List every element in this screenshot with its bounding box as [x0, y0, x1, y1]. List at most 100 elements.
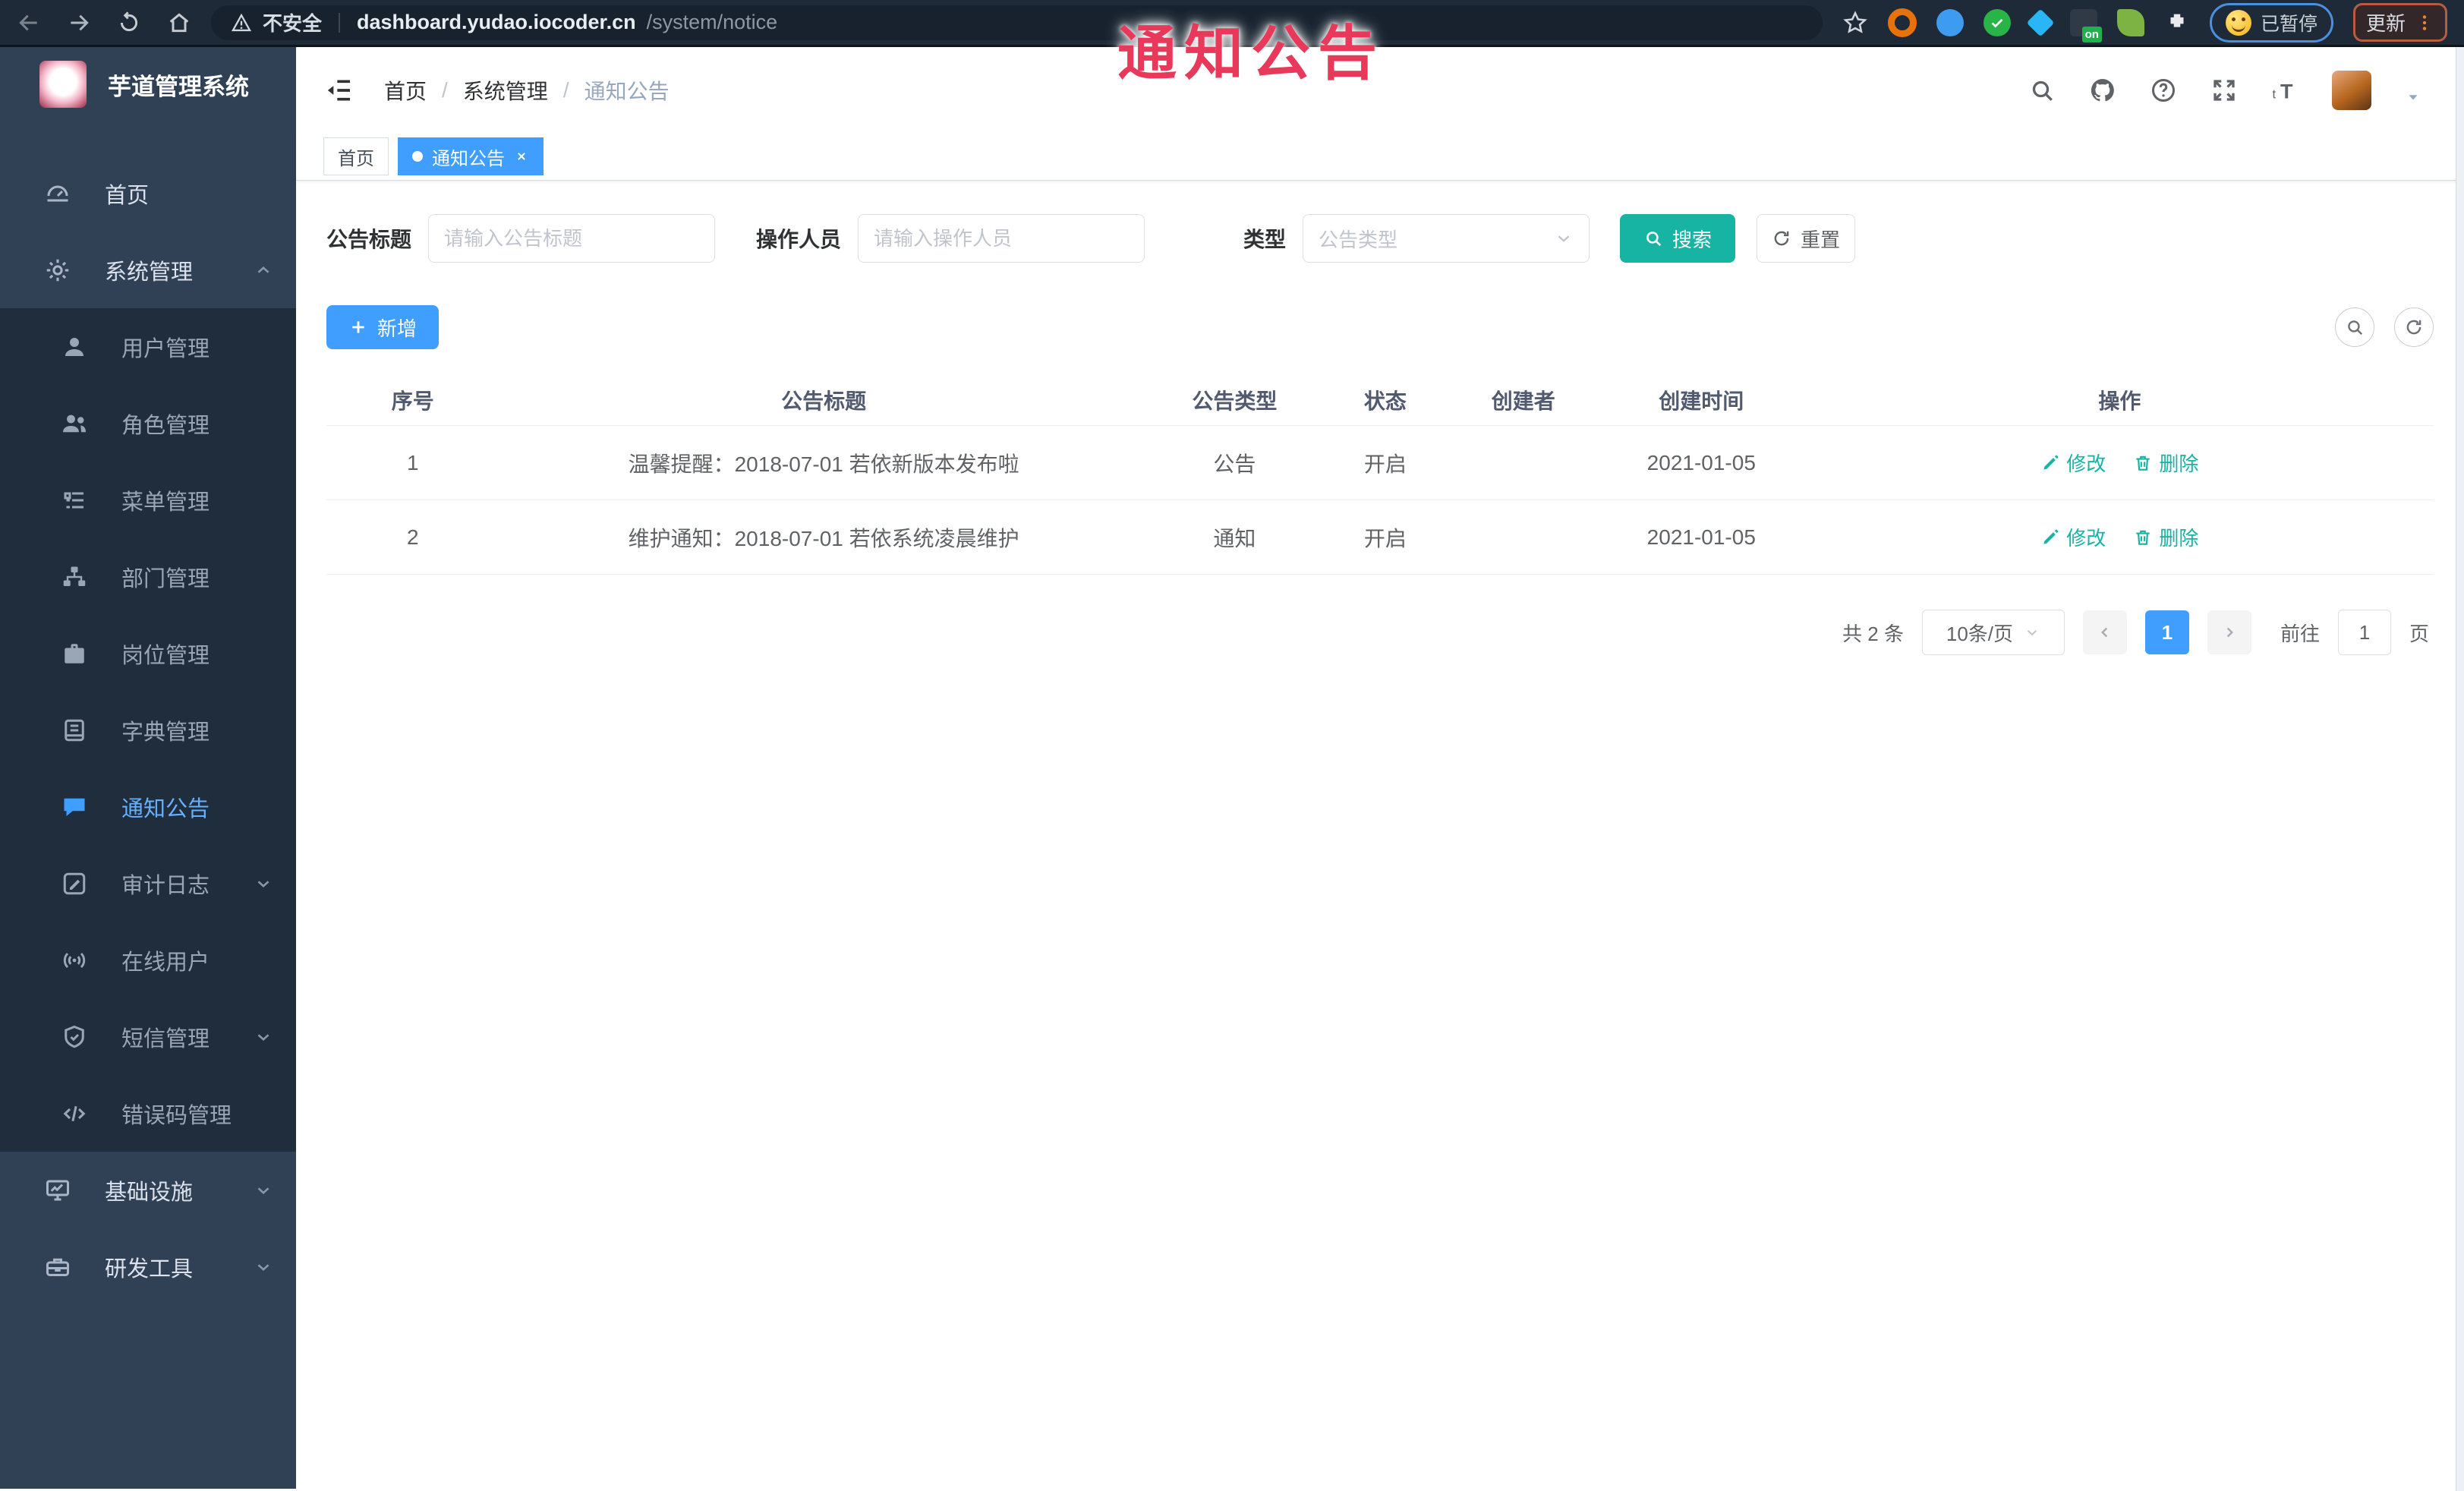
breadcrumb: 首页 / 系统管理 / 通知公告 [384, 75, 670, 106]
search-button[interactable]: 搜索 [1620, 214, 1736, 263]
goto-page-input[interactable] [2337, 610, 2391, 655]
sidebar-item-menus[interactable]: 菜单管理 [0, 462, 296, 538]
scrollbar-track[interactable] [2456, 47, 2464, 1491]
sidebar-item-online-users[interactable]: 在线用户 [0, 922, 296, 998]
sidebar-item-users[interactable]: 用户管理 [0, 308, 296, 385]
chevron-left-icon [2101, 627, 2108, 638]
extension-green-check-icon[interactable] [1983, 8, 2011, 36]
operator-filter-input[interactable] [858, 214, 1145, 263]
close-icon[interactable] [514, 149, 529, 164]
operator-filter-label: 操作人员 [756, 228, 842, 251]
users-icon [63, 415, 86, 432]
dictionary-icon [65, 719, 84, 741]
back-icon[interactable] [17, 11, 41, 35]
sidebar-item-departments[interactable]: 部门管理 [0, 538, 296, 615]
delete-link[interactable]: 删除 [2133, 449, 2198, 477]
sidebar-item-sms[interactable]: 短信管理 [0, 998, 296, 1075]
plus-icon [352, 321, 364, 333]
briefcase-icon [65, 643, 84, 664]
next-page-button[interactable] [2207, 610, 2251, 654]
search-icon[interactable] [2028, 77, 2056, 104]
table-toolbar: 新增 [326, 305, 2434, 349]
dashboard-icon [47, 185, 68, 201]
sidebar-item-dev-tools[interactable]: 研发工具 [0, 1228, 296, 1305]
extension-diamond-icon[interactable] [2026, 8, 2055, 36]
edit-link[interactable]: 修改 [2040, 449, 2106, 477]
extension-leaf-icon[interactable] [2116, 8, 2144, 36]
edit-link[interactable]: 修改 [2040, 523, 2106, 551]
column-header-status: 状态 [1363, 389, 1407, 413]
sidebar-item-system[interactable]: 系统管理 [0, 232, 296, 308]
chevron-down-icon [1558, 235, 1570, 242]
sidebar-item-posts[interactable]: 岗位管理 [0, 615, 296, 692]
tab-notice[interactable]: 通知公告 [398, 137, 544, 175]
page-size-select[interactable]: 10条/页 [1921, 610, 2065, 655]
user-avatar[interactable] [2332, 70, 2371, 110]
column-header-index: 序号 [391, 389, 434, 413]
delete-link[interactable]: 删除 [2133, 523, 2198, 551]
search-icon [1646, 232, 1662, 247]
edit-icon [2043, 529, 2059, 544]
sidebar-item-notice[interactable]: 通知公告 [0, 768, 296, 845]
sidebar-item-roles[interactable]: 角色管理 [0, 385, 296, 462]
sidebar-item-dictionary[interactable]: 字典管理 [0, 692, 296, 768]
prev-page-button[interactable] [2082, 610, 2127, 654]
hamburger-fold-icon[interactable] [323, 75, 354, 106]
toggle-search-button[interactable] [2335, 307, 2374, 347]
sidebar-menu: 首页 系统管理 用户管理 角色管理 菜单管理 部门管理 岗位管理 字典管理 通知… [0, 121, 296, 1489]
title-filter-input[interactable] [428, 214, 716, 263]
help-icon[interactable] [2150, 77, 2177, 104]
breadcrumb-separator: / [562, 77, 569, 102]
tab-home[interactable]: 首页 [323, 137, 389, 175]
reset-button[interactable]: 重置 [1757, 214, 1856, 263]
address-bar[interactable]: 不安全 dashboard.yudao.iocoder.cn /system/n… [211, 5, 1823, 40]
warning-icon [231, 12, 252, 33]
active-dot-icon [412, 151, 423, 162]
total-count: 共 2 条 [1842, 622, 1904, 645]
extensions-puzzle-icon[interactable] [2164, 10, 2190, 36]
type-filter-select[interactable]: 公告类型 [1303, 214, 1590, 263]
extension-dark-icon[interactable]: on [2069, 8, 2102, 43]
online-users-icon [63, 952, 86, 968]
font-size-icon[interactable]: tT [2271, 77, 2299, 104]
chevron-down-icon [257, 1033, 269, 1041]
row-index: 1 [407, 450, 419, 474]
extension-orange-icon[interactable] [1887, 8, 1917, 37]
column-header-type: 公告类型 [1192, 389, 1278, 413]
paused-pill[interactable]: 已暂停 [2209, 2, 2333, 43]
update-button[interactable]: 更新 [2352, 3, 2447, 42]
sidebar: 芋道管理系统 首页 系统管理 用户管理 角色管理 菜单管理 部门管理 岗位管理 … [0, 47, 296, 1489]
app-title: 芋道管理系统 [108, 73, 249, 100]
app-logo-row[interactable]: 芋道管理系统 [0, 47, 296, 121]
refresh-table-button[interactable] [2394, 307, 2434, 347]
breadcrumb-system[interactable]: 系统管理 [463, 75, 548, 106]
sidebar-item-infrastructure[interactable]: 基础设施 [0, 1152, 296, 1228]
screen: 不安全 dashboard.yudao.iocoder.cn /system/n… [0, 0, 2464, 1491]
bookmark-star-icon[interactable] [1842, 10, 1868, 36]
title-filter-label: 公告标题 [326, 228, 412, 251]
chevron-up-icon [257, 266, 269, 273]
search-form: 公告标题 操作人员 类型 公告类型 搜索 [326, 214, 2434, 263]
extension-blue-icon[interactable] [1936, 8, 1964, 36]
url-host: dashboard.yudao.iocoder.cn [357, 11, 636, 33]
org-tree-icon [63, 566, 86, 586]
add-button[interactable]: 新增 [326, 305, 439, 349]
forward-icon[interactable] [67, 11, 91, 35]
home-icon[interactable] [167, 11, 191, 35]
update-label: 更新 [2365, 12, 2406, 35]
sidebar-item-audit-log[interactable]: 审计日志 [0, 845, 296, 922]
sidebar-item-home[interactable]: 首页 [0, 155, 296, 232]
page-number-button[interactable]: 1 [2144, 610, 2189, 654]
chevron-down-icon [257, 1263, 269, 1271]
gear-icon [46, 259, 69, 281]
caret-down-icon[interactable] [2405, 89, 2421, 106]
github-icon[interactable] [2089, 77, 2116, 104]
announcement-icon [64, 798, 85, 816]
reload-icon[interactable] [117, 11, 141, 35]
breadcrumb-home[interactable]: 首页 [384, 75, 427, 106]
breadcrumb-current: 通知公告 [584, 79, 670, 103]
sidebar-item-error-codes[interactable]: 错误码管理 [0, 1075, 296, 1152]
tag-views-bar: 首页 通知公告 [296, 133, 2464, 181]
fullscreen-icon[interactable] [2210, 77, 2238, 104]
goto-label: 前往 [2280, 622, 2320, 645]
